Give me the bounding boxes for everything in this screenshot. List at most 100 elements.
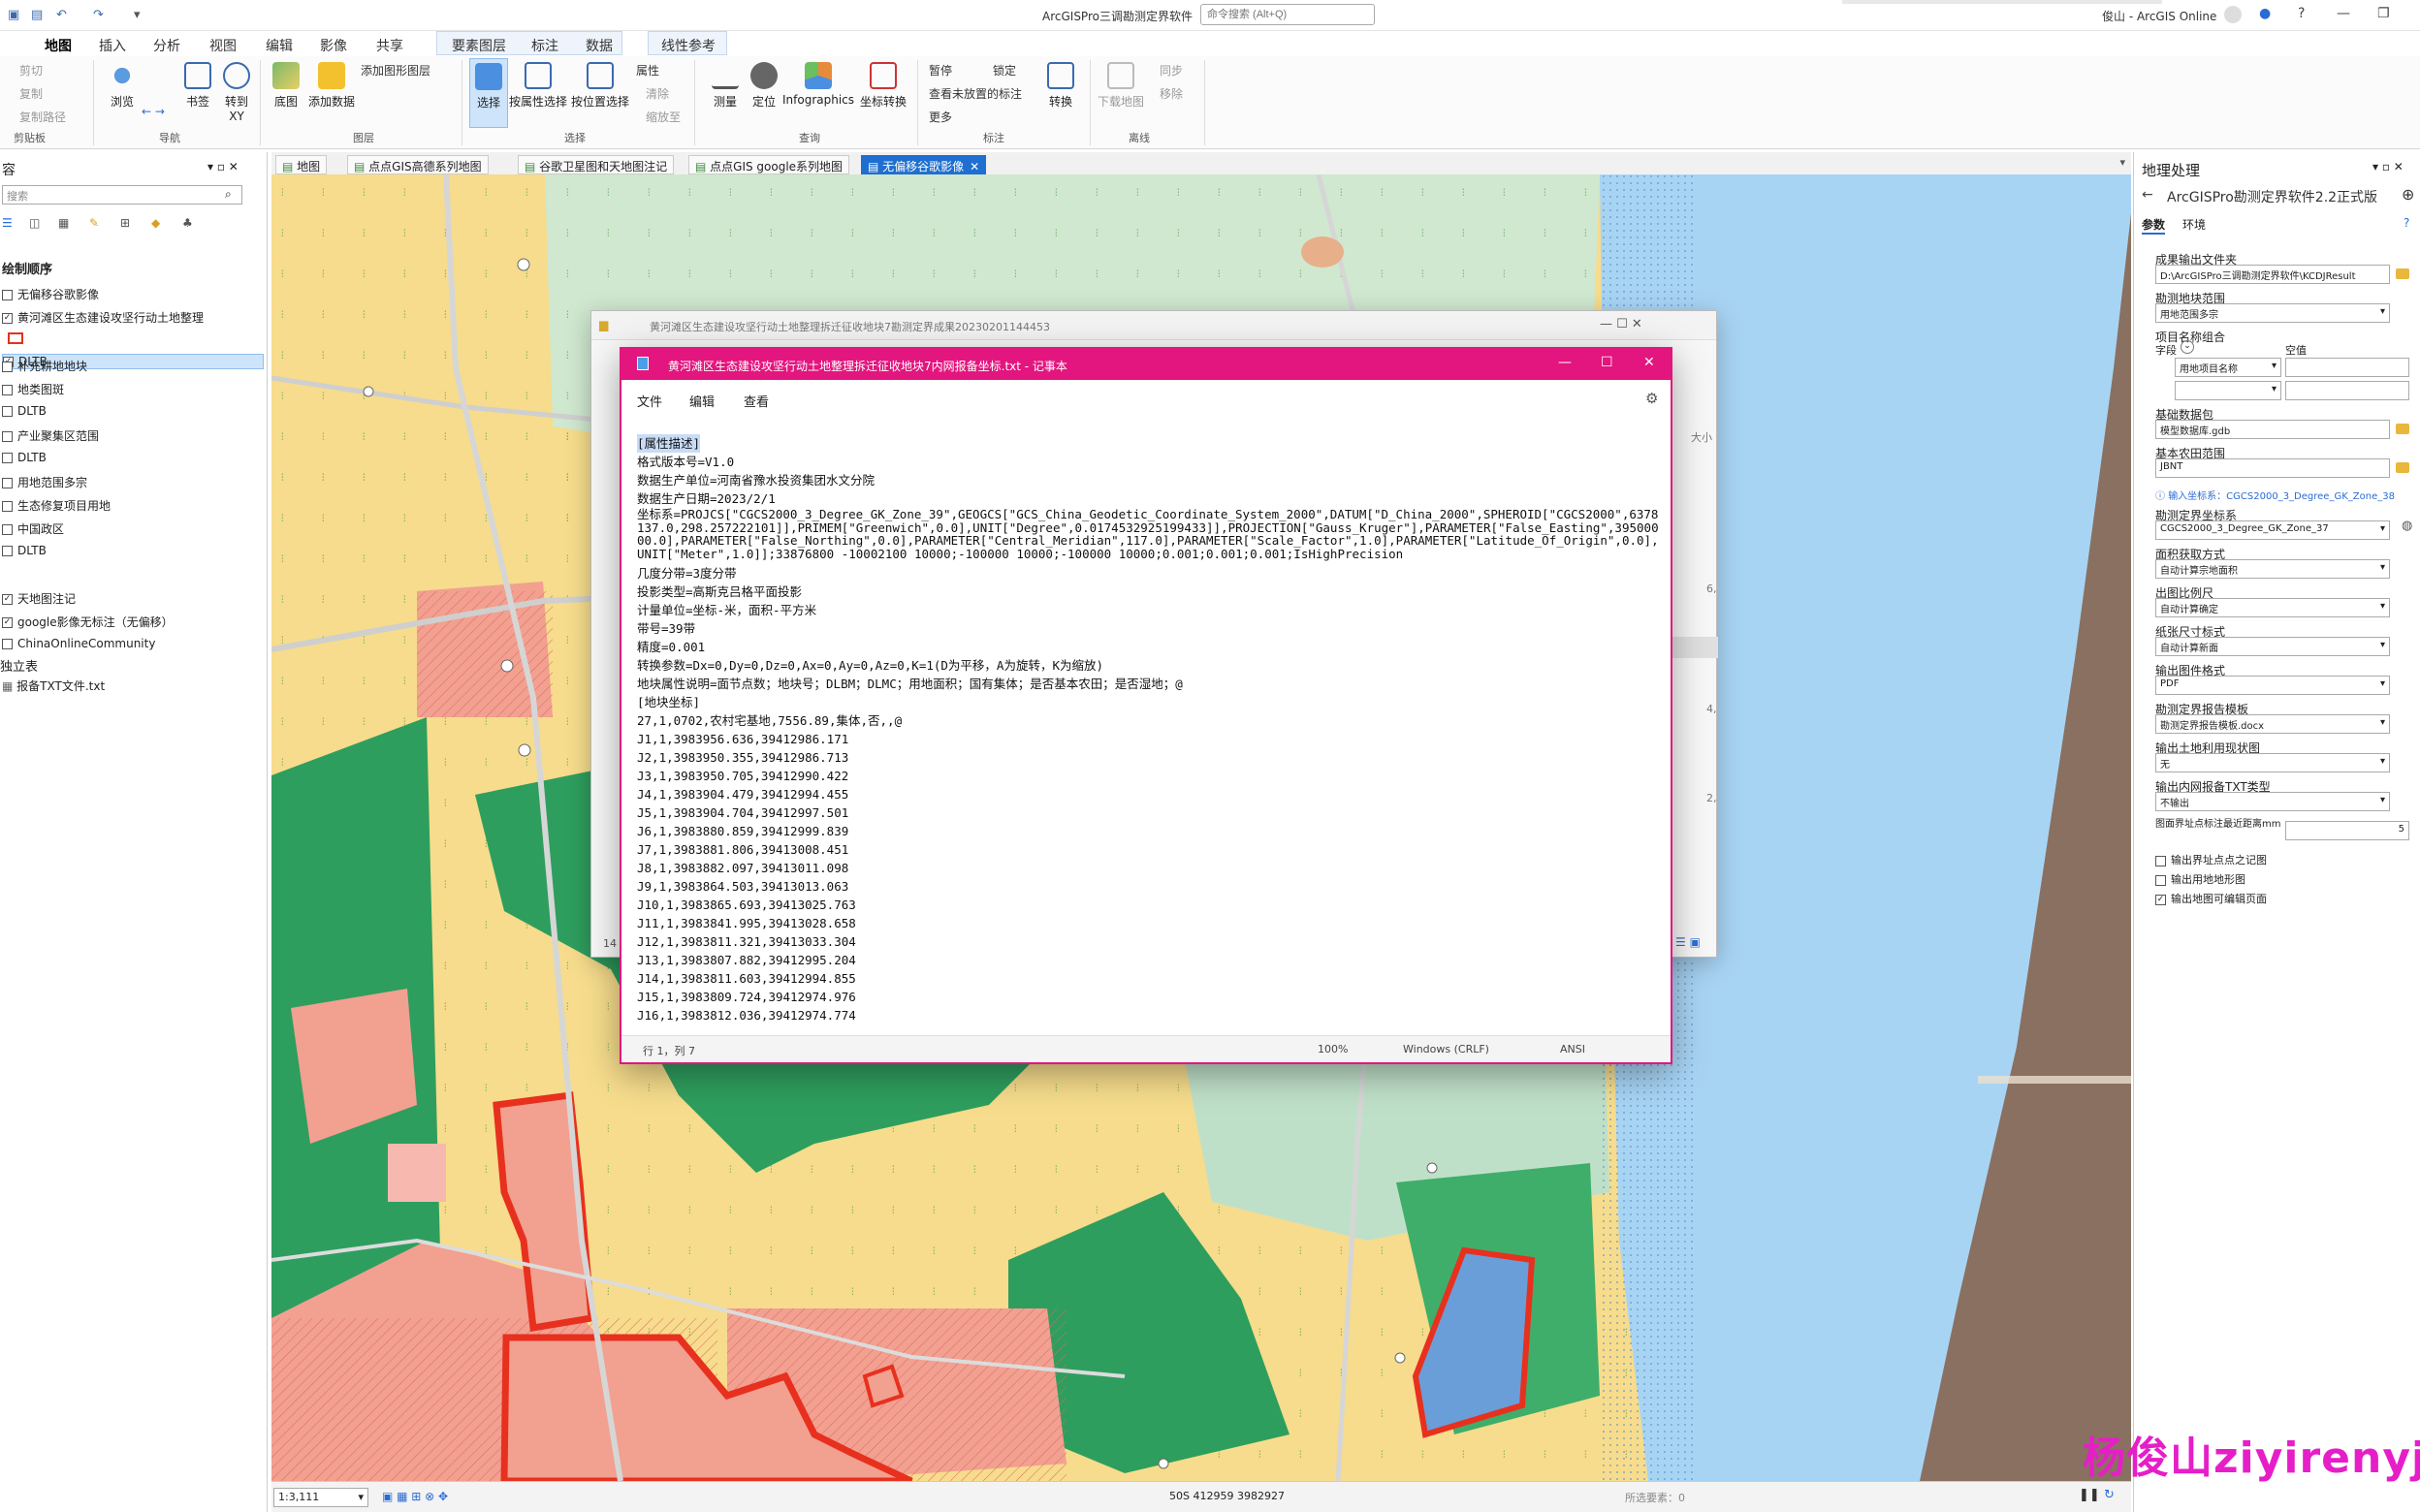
layer-item[interactable]: DLTB: [2, 544, 47, 557]
layer-item[interactable]: DLTB: [2, 404, 47, 418]
browse-button[interactable]: 浏览: [101, 62, 143, 110]
layer-visibility-checkbox[interactable]: ✓: [2, 617, 13, 628]
settings-gear-icon[interactable]: ⚙: [1645, 390, 1658, 407]
layer-visibility-checkbox[interactable]: [2, 362, 13, 372]
minimize-icon[interactable]: —: [2337, 6, 2350, 21]
layer-visibility-checkbox[interactable]: [2, 501, 13, 512]
gp-param-input[interactable]: 模型数据库.gdb: [2155, 420, 2390, 439]
list-by-drawing-order-icon[interactable]: ☰: [2, 216, 13, 230]
gp-checkbox-row[interactable]: 输出用地地形图: [2155, 871, 2245, 887]
gp-param-select[interactable]: 自动计算新面 ▾: [2155, 637, 2390, 656]
layer-visibility-checkbox[interactable]: [2, 546, 13, 556]
gp-param-select[interactable]: 用地范围多宗 ▾: [2155, 303, 2390, 323]
help-icon[interactable]: ?: [2404, 216, 2409, 230]
folder-browse-icon[interactable]: [2396, 424, 2409, 434]
download-map-button[interactable]: 下载地图: [1096, 62, 1146, 110]
globe-icon[interactable]: ◍: [2402, 519, 2412, 533]
sync-button[interactable]: 同步: [1160, 62, 1183, 79]
layer-visibility-checkbox[interactable]: ✓: [2, 594, 13, 605]
tab-overflow-icon[interactable]: ▾: [2119, 156, 2125, 169]
gp-checkbox[interactable]: [2155, 874, 2166, 886]
select-by-attribute-button[interactable]: 按属性选择: [508, 62, 568, 110]
notepad-window[interactable]: 黄河滩区生态建设攻坚行动土地整理拆迁征收地块7内网报备坐标.txt - 记事本 …: [620, 347, 1672, 1064]
menu-view[interactable]: 查看: [744, 392, 769, 410]
tab-insert[interactable]: 插入: [99, 36, 126, 55]
pause-drawing-icon[interactable]: ❚❚: [2079, 1488, 2100, 1502]
tab-map[interactable]: 地图: [41, 36, 76, 61]
tab-map-view-3[interactable]: ▤ 谷歌卫星图和天地图注记: [518, 155, 675, 174]
list-by-source-icon[interactable]: ◫: [29, 216, 40, 230]
expand-icon[interactable]: ⌄: [2181, 340, 2194, 354]
notepad-maximize-icon[interactable]: ☐: [1601, 355, 1613, 370]
layer-item[interactable]: 中国政区: [2, 520, 64, 537]
explorer-window-controls-icon[interactable]: — ☐ ✕: [1600, 317, 1642, 331]
tab-map-view-5[interactable]: ▤ 无偏移谷歌影像 ✕: [861, 155, 987, 174]
open-icon[interactable]: ▤: [31, 8, 43, 22]
infographics-button[interactable]: Infographics: [781, 62, 855, 107]
folder-browse-icon[interactable]: [2396, 268, 2409, 279]
notepad-text-area[interactable]: [属性描述] 格式版本号=V1.0 数据生产单位=河南省豫水投资集团水文分院 数据生产…: [637, 434, 1663, 1027]
restore-icon[interactable]: ❐: [2377, 6, 2390, 21]
lock-button[interactable]: 锁定: [993, 62, 1016, 79]
table-item[interactable]: ▦ 报备TXT文件.txt: [2, 677, 105, 694]
menu-file[interactable]: 文件: [637, 392, 662, 410]
clear-button[interactable]: 清除: [646, 85, 669, 102]
gp-param-select[interactable]: PDF ▾: [2155, 676, 2390, 695]
bookmark-button[interactable]: 书签: [180, 62, 215, 110]
add-graphics-layer-button[interactable]: 添加图形图层: [361, 62, 430, 79]
folder-browse-icon[interactable]: [2396, 462, 2409, 473]
tab-map-view-2[interactable]: ▤ 点点GIS高德系列地图: [347, 155, 489, 174]
layer-item[interactable]: 补充耕地地块: [2, 358, 87, 374]
combo-null-input-2[interactable]: [2285, 381, 2409, 400]
gp-param-select[interactable]: 自动计算宗地面积 ▾: [2155, 559, 2390, 579]
save-icon[interactable]: ▣: [8, 8, 19, 22]
tab-share[interactable]: 共享: [376, 36, 403, 55]
layer-item[interactable]: 地类图斑: [2, 381, 64, 397]
gp-checkbox-row[interactable]: ✓ 输出地图可编辑页面: [2155, 891, 2267, 906]
convert-button[interactable]: 转换: [1041, 62, 1080, 110]
add-icon[interactable]: ⊕: [2402, 185, 2414, 204]
goto-xy-button[interactable]: 转到 XY: [219, 62, 254, 123]
layer-item[interactable]: ✓ 天地图注记: [2, 590, 76, 607]
gp-param-select[interactable]: 无 ▾: [2155, 753, 2390, 772]
notepad-close-icon[interactable]: ✕: [1643, 355, 1655, 370]
gp-checkbox[interactable]: [2155, 855, 2166, 866]
layer-item[interactable]: 用地范围多宗: [2, 474, 87, 490]
back-icon[interactable]: ←: [2142, 187, 2153, 203]
tab-map-view-1[interactable]: ▤ 地图: [275, 155, 328, 174]
layer-item[interactable]: 无偏移谷歌影像: [2, 286, 99, 302]
select-button[interactable]: 选择: [469, 58, 508, 128]
view-tools-icon[interactable]: ▣ ▦ ⊞ ⊗ ✥: [382, 1490, 448, 1503]
remove-button[interactable]: 移除: [1160, 85, 1183, 102]
tab-map-view-4[interactable]: ▤ 点点GIS google系列地图: [688, 155, 850, 174]
tab-data[interactable]: 数据: [586, 36, 613, 55]
notification-icon[interactable]: ●: [2259, 6, 2271, 21]
layer-visibility-checkbox[interactable]: [2, 290, 13, 300]
combo-field-select[interactable]: 用地项目名称 ▾: [2175, 358, 2281, 377]
combo-field-select-2[interactable]: ▾: [2175, 381, 2281, 400]
list-by-editing-icon[interactable]: ✎: [89, 216, 99, 230]
tab-analysis[interactable]: 分析: [153, 36, 180, 55]
menu-edit[interactable]: 编辑: [689, 392, 715, 410]
gp-pane-controls-icon[interactable]: ▾ ▫ ✕: [2372, 160, 2404, 173]
coordinate-conversion-button[interactable]: 坐标转换: [857, 62, 909, 110]
layer-visibility-checkbox[interactable]: [2, 406, 13, 417]
gp-param-input[interactable]: JBNT: [2155, 458, 2390, 478]
close-tab-icon[interactable]: ✕: [970, 160, 979, 173]
copy-button[interactable]: 复制: [19, 85, 43, 102]
layer-item[interactable]: 产业聚集区范围: [2, 427, 99, 444]
zoom-to-button[interactable]: 缩放至: [646, 109, 681, 125]
notepad-minimize-icon[interactable]: —: [1558, 355, 1572, 370]
layer-item[interactable]: DLTB: [2, 451, 47, 464]
gp-param-select[interactable]: 自动计算确定 ▾: [2155, 598, 2390, 617]
list-by-labeling-icon[interactable]: ◆: [151, 216, 160, 230]
list-by-perspective-icon[interactable]: ♣: [182, 216, 193, 230]
tab-imagery[interactable]: 影像: [320, 36, 347, 55]
tab-parameters[interactable]: 参数: [2142, 216, 2166, 235]
tab-labeling[interactable]: 标注: [531, 36, 558, 55]
layer-item[interactable]: ChinaOnlineCommunity: [2, 637, 155, 650]
refresh-icon[interactable]: ↻: [2104, 1488, 2115, 1502]
measure-button[interactable]: 测量: [702, 62, 748, 110]
gp-param-input[interactable]: D:\ArcGISPro三调勘测定界软件\KCDJResult: [2155, 265, 2390, 284]
combo-null-input[interactable]: [2285, 358, 2409, 377]
